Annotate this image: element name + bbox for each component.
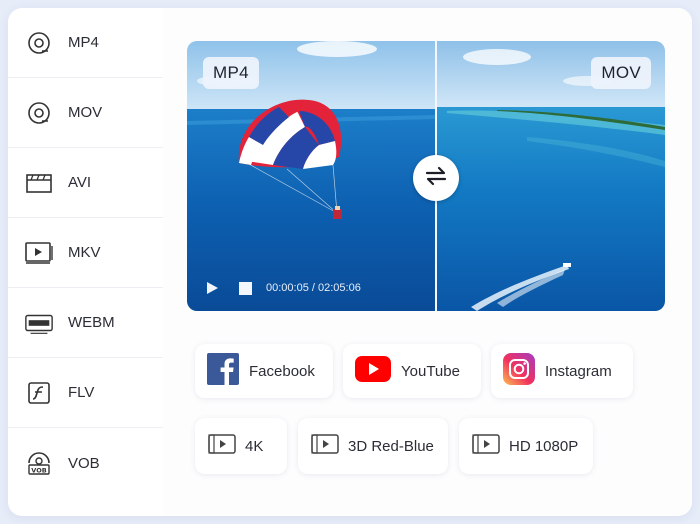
sidebar-item-label: FLV [68, 384, 95, 401]
youtube-icon [355, 355, 391, 387]
sidebar-item-mov[interactable]: MOV [8, 78, 163, 148]
sidebar-item-label: WEBM [68, 314, 115, 331]
svg-text:VOB: VOB [31, 467, 46, 475]
main-panel: MP4 MOV 00:00:05 / 02:05:06 Facebook You… [163, 8, 692, 516]
target-format-tag: MOV [591, 57, 651, 89]
sidebar-item-vob[interactable]: VOB VOB [8, 428, 163, 498]
vob-icon: VOB [24, 448, 54, 478]
sidebar-item-label: VOB [68, 454, 100, 472]
video-icon [207, 433, 237, 460]
playback-controls: 00:00:05 / 02:05:06 [205, 281, 361, 295]
platform-label: YouTube [401, 362, 460, 380]
platform-label: Instagram [545, 362, 612, 380]
flash-icon [24, 378, 54, 408]
playback-time: 00:00:05 / 02:05:06 [266, 282, 361, 294]
video-icon [310, 433, 340, 460]
platform-youtube[interactable]: YouTube [343, 344, 481, 398]
format-sidebar: MP4 MOV AVI MKV WEBM FLV VOB VOB [8, 8, 164, 516]
sidebar-item-label: AVI [68, 174, 92, 191]
platform-instagram[interactable]: Instagram [491, 344, 633, 398]
webm-icon [24, 308, 54, 338]
video-screen-icon [24, 238, 54, 268]
facebook-icon [207, 352, 239, 390]
preset-4k[interactable]: 4K [195, 418, 287, 474]
platform-facebook[interactable]: Facebook [195, 344, 333, 398]
clapperboard-icon [24, 168, 54, 198]
preset-hd-1080p[interactable]: HD 1080P [459, 418, 593, 474]
preset-label: 3D Red-Blue [348, 437, 434, 455]
instagram-icon [503, 352, 535, 390]
preset-3d-red-blue[interactable]: 3D Red-Blue [298, 418, 448, 474]
platform-label: Facebook [249, 362, 315, 380]
preset-label: 4K [245, 437, 264, 455]
video-preview[interactable]: MP4 MOV 00:00:05 / 02:05:06 [187, 41, 665, 311]
stop-icon[interactable] [239, 281, 252, 295]
sidebar-item-avi[interactable]: AVI [8, 148, 163, 218]
sidebar-item-mkv[interactable]: MKV [8, 218, 163, 288]
preset-label: HD 1080P [509, 437, 579, 455]
disc-icon [24, 98, 54, 128]
source-format-tag: MP4 [203, 57, 259, 89]
converter-card: MP4 MOV AVI MKV WEBM FLV VOB VOB MP4 MOV… [8, 8, 692, 516]
sidebar-item-label: MKV [68, 244, 101, 261]
sidebar-item-webm[interactable]: WEBM [8, 288, 163, 358]
swap-button[interactable] [413, 155, 459, 201]
swap-arrows-icon [424, 166, 448, 191]
play-icon[interactable] [205, 281, 219, 295]
sidebar-item-mp4[interactable]: MP4 [8, 8, 163, 78]
disc-icon [24, 28, 54, 58]
sidebar-item-label: MOV [68, 104, 103, 121]
sidebar-item-flv[interactable]: FLV [8, 358, 163, 428]
video-icon [471, 433, 501, 460]
sidebar-item-label: MP4 [68, 34, 99, 51]
